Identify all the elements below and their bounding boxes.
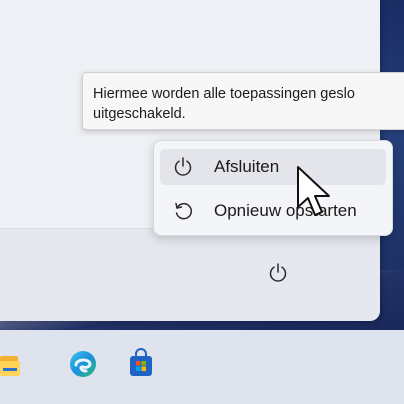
restart-menu-item[interactable]: Opnieuw opstarten [160, 193, 386, 229]
shutdown-menu-item[interactable]: Afsluiten [160, 149, 386, 185]
power-button[interactable] [262, 257, 294, 289]
restart-icon [175, 202, 193, 220]
start-menu-footer [0, 228, 380, 321]
taskbar [0, 330, 404, 404]
edge-browser-icon[interactable] [67, 348, 99, 380]
power-icon [174, 157, 192, 176]
mouse-cursor-icon [297, 166, 330, 216]
shutdown-label: Afsluiten [214, 157, 280, 176]
power-icon [269, 263, 287, 282]
power-options-menu: Afsluiten Opnieuw opstarten [153, 140, 393, 236]
microsoft-store-icon[interactable] [125, 348, 157, 380]
shutdown-tooltip: Hiermee worden alle toepassingen geslo u… [82, 72, 404, 130]
file-explorer-icon[interactable] [0, 348, 32, 380]
tooltip-text: Hiermee worden alle toepassingen geslo u… [93, 86, 355, 122]
